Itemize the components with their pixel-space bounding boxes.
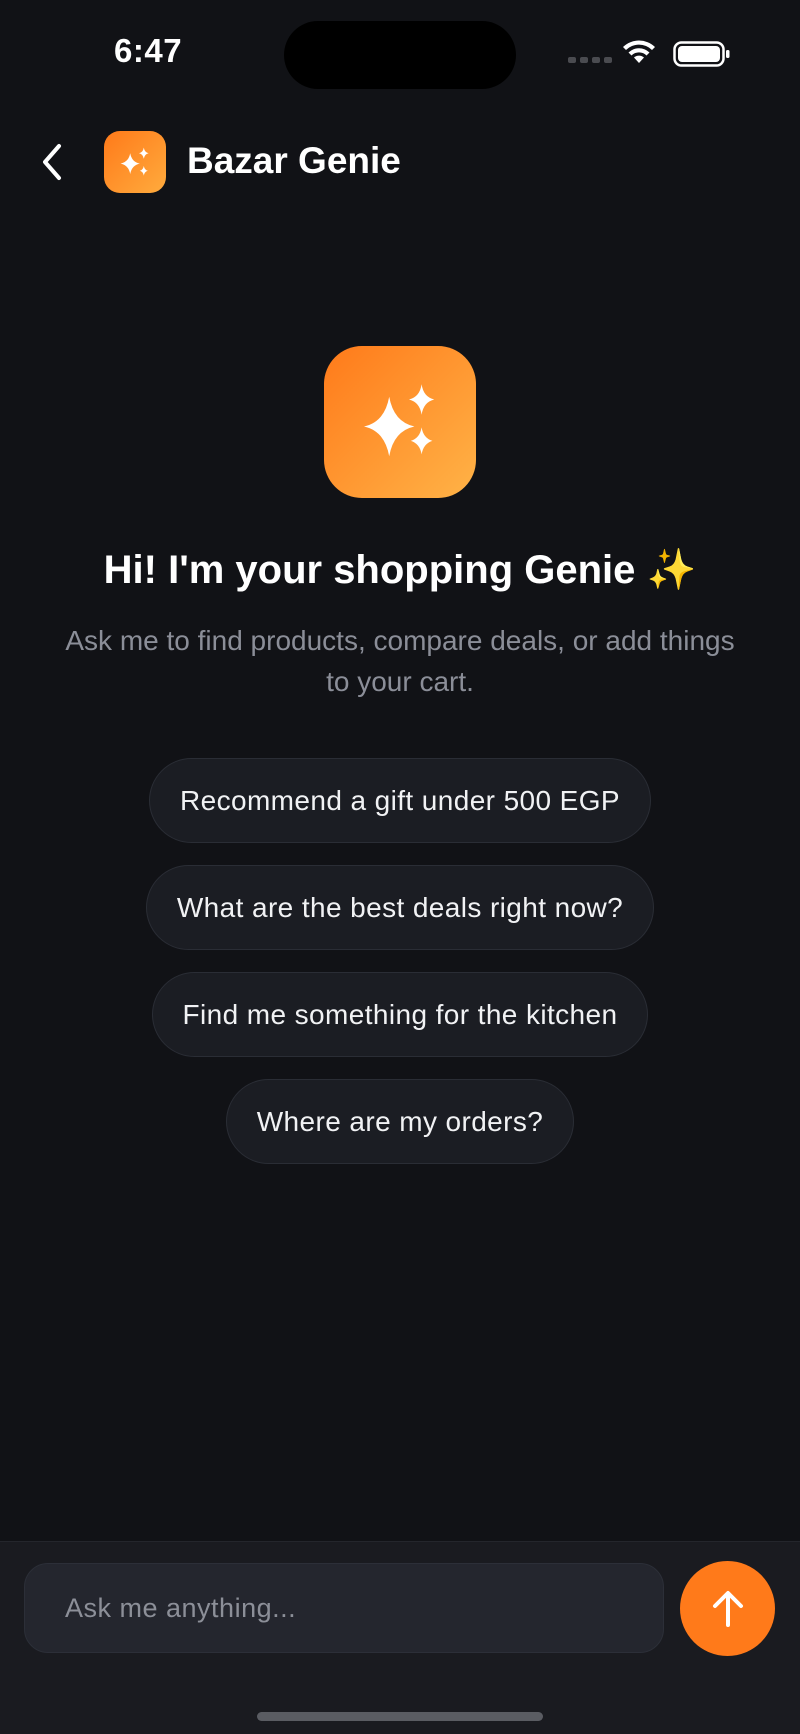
suggestion-chip[interactable]: Recommend a gift under 500 EGP: [148, 758, 651, 843]
sparkles-icon: [364, 384, 435, 457]
message-composer: [0, 1541, 800, 1734]
wifi-icon: [620, 38, 658, 71]
welcome-subtitle: Ask me to find products, compare deals, …: [65, 625, 735, 697]
suggestion-chip[interactable]: Find me something for the kitchen: [151, 972, 649, 1057]
home-indicator: [257, 1712, 543, 1721]
suggestion-chip[interactable]: What are the best deals right now?: [145, 865, 655, 950]
status-time: 6:47: [114, 32, 183, 69]
send-button[interactable]: [680, 1561, 775, 1656]
arrow-up-icon: [712, 1590, 743, 1627]
message-input[interactable]: [65, 1592, 663, 1624]
cellular-signal-icon: [568, 57, 612, 63]
back-button[interactable]: [30, 135, 74, 189]
chevron-left-icon: [43, 144, 61, 180]
welcome-heading: Hi! I'm your shopping Genie ✨: [103, 548, 697, 592]
header-logo: [104, 131, 166, 193]
genie-logo: [324, 346, 476, 498]
battery-icon: [673, 41, 731, 72]
message-input-container[interactable]: [24, 1563, 664, 1653]
page-title: Bazar Genie: [187, 140, 401, 181]
suggestion-chip[interactable]: Where are my orders?: [225, 1079, 575, 1164]
suggestion-list: Recommend a gift under 500 EGP What are …: [0, 758, 800, 1164]
dynamic-island: [284, 21, 516, 89]
sparkles-icon: [120, 147, 149, 176]
chat-screen: 6:47 Bazar Genie Hi! I'm your shopping G…: [0, 0, 800, 1734]
